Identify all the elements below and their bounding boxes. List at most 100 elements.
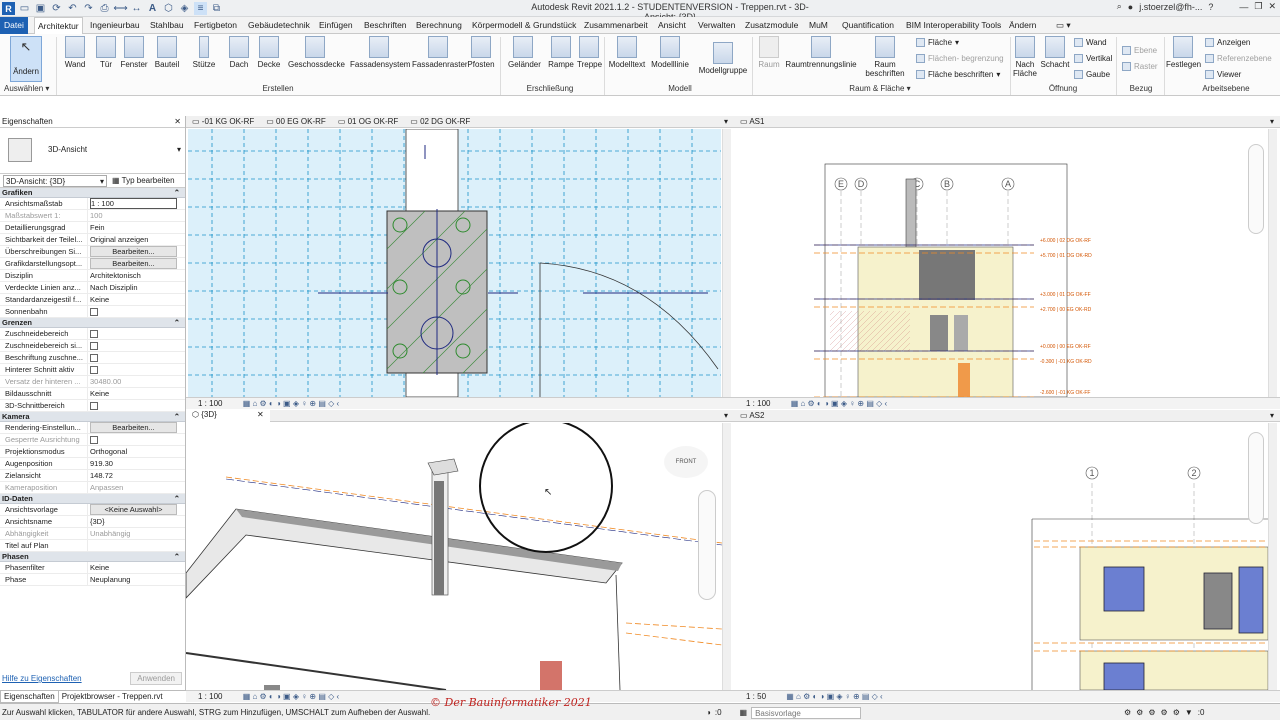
as1-scale[interactable]: 1 : 100	[746, 399, 770, 408]
curtain-system-button[interactable]: Fassadensystem	[350, 36, 410, 69]
property-value[interactable]: {3D}	[88, 516, 185, 527]
property-value[interactable]: Original anzeigen	[88, 234, 185, 245]
revit-logo-icon[interactable]: R	[2, 2, 15, 15]
checkbox[interactable]	[90, 354, 98, 362]
checkbox[interactable]	[90, 436, 98, 444]
sync-icon[interactable]: ⟳	[50, 2, 63, 15]
collapse-icon[interactable]: ⌃	[174, 494, 180, 504]
elevation-as2-view[interactable]: ▭ AS2 ▾ 12 1 : 50 ▦ ⌂ ⚙ ◐ ◑ ▣ ◈ ♀ ⊕ ▤ ◇ …	[734, 410, 1280, 703]
sync-icon[interactable]: ◑	[706, 704, 711, 721]
view-control-icons[interactable]: ▦ ⌂ ⚙ ◐ ◑ ▣ ◈ ♀ ⊕ ▤ ◇ ‹	[243, 399, 339, 408]
type-selector[interactable]: 3D-Ansicht ▾	[0, 128, 185, 174]
tab-file[interactable]: Datei	[0, 17, 28, 34]
maximize-icon[interactable]: ❐	[1254, 1, 1262, 12]
3d-scrollbar[interactable]	[722, 423, 731, 690]
as1-scrollbar[interactable]	[1268, 129, 1277, 397]
tab-analyze[interactable]: Berechnung	[416, 17, 462, 34]
navigation-bar[interactable]	[1248, 432, 1264, 524]
property-group[interactable]: Kamera ⌃	[0, 412, 185, 422]
tab-view[interactable]: Ansicht	[658, 17, 686, 34]
open-icon[interactable]: ▭	[18, 2, 31, 15]
checkbox[interactable]	[90, 308, 98, 316]
dormer-button[interactable]: Gaube	[1074, 70, 1110, 79]
collapse-icon[interactable]: ⌃	[174, 318, 180, 328]
level-button[interactable]: Ebene	[1122, 46, 1157, 55]
close-icon[interactable]: ✕	[174, 116, 181, 128]
tab-plan-og[interactable]: ▭ 01 OG OK-RF	[332, 117, 404, 126]
tab-structure[interactable]: Ingenieurbau	[90, 17, 140, 34]
wall-button[interactable]: Wand	[64, 36, 86, 69]
property-value[interactable]: Unabhängig	[88, 528, 185, 539]
property-value[interactable]: Keine	[88, 562, 185, 573]
elevation-as1-view[interactable]: ▭ AS1 ▾ EDCBA +6.000 | 02 DG OK-RF +5.700…	[734, 116, 1280, 410]
tab-menu-icon[interactable]: ▾	[718, 411, 734, 420]
tab-architecture[interactable]: Architektur	[34, 17, 83, 35]
floor-button[interactable]: Geschossdecke	[288, 36, 345, 69]
grid-button[interactable]: Raster	[1122, 62, 1158, 71]
tag-room-button[interactable]: Raum beschriften	[864, 36, 906, 78]
tab-plan-kg[interactable]: ▭ -01 KG OK-RF	[186, 117, 260, 126]
tab-precast[interactable]: Fertigbeton	[194, 17, 237, 34]
stair-button[interactable]: Treppe	[577, 36, 602, 69]
property-value[interactable]: Orthogonal	[88, 446, 185, 457]
wall-opening-button[interactable]: Wand	[1074, 38, 1107, 47]
property-value[interactable]	[88, 540, 185, 551]
property-group[interactable]: Grenzen ⌃	[0, 318, 185, 328]
tab-collaborate[interactable]: Zusammenarbeit	[584, 17, 648, 34]
save-icon[interactable]: ▣	[34, 2, 47, 15]
infocenter-icon[interactable]: ⌕	[1117, 1, 1122, 12]
minimize-icon[interactable]: —	[1239, 2, 1248, 12]
property-value[interactable]: Keine	[88, 388, 185, 399]
checkbox[interactable]	[90, 342, 98, 350]
tab-massing[interactable]: Körpermodell & Grundstück	[472, 17, 576, 34]
tab-menu-icon[interactable]: ▾	[1264, 411, 1280, 420]
property-value[interactable]: Nach Disziplin	[88, 282, 185, 293]
3d-scale[interactable]: 1 : 100	[198, 692, 222, 701]
railing-button[interactable]: Geländer	[508, 36, 541, 69]
drag-elements-icon[interactable]: ⚙	[1173, 704, 1180, 721]
property-value[interactable]: Bearbeiten...	[88, 246, 185, 257]
chevron-down-icon[interactable]: ▾	[177, 145, 181, 154]
print-icon[interactable]: ⎙	[98, 2, 111, 15]
tab-plan-eg[interactable]: ▭ 00 EG OK-RF	[260, 117, 332, 126]
model-dropdown[interactable]: Basisvorlage	[751, 706, 862, 719]
property-value[interactable]: Neuplanung	[88, 574, 185, 585]
tag-area-button[interactable]: Fläche beschriften ▾	[916, 70, 1000, 79]
navigation-bar[interactable]	[698, 490, 716, 600]
measure-icon[interactable]: ⟷	[113, 2, 127, 15]
property-value[interactable]	[88, 434, 185, 445]
tab-menu-icon[interactable]: ▾	[1264, 117, 1280, 126]
as2-scrollbar[interactable]	[1268, 423, 1277, 690]
design-options-icon[interactable]: ▦	[740, 704, 748, 721]
model-group-button[interactable]: Modellgruppe	[698, 42, 748, 75]
set-workplane-button[interactable]: Festlegen	[1166, 36, 1201, 69]
as2-scale[interactable]: 1 : 50	[746, 692, 766, 701]
tab-systems[interactable]: Gebäudetechnik	[248, 17, 310, 34]
mullion-button[interactable]: Pfosten	[467, 36, 495, 69]
collapse-icon[interactable]: ⌃	[174, 412, 180, 422]
roof-button[interactable]: Dach	[228, 36, 250, 69]
user-name[interactable]: j.stoerzel@fh-...	[1139, 2, 1202, 12]
close-icon[interactable]: ✕	[257, 410, 264, 419]
3d-view[interactable]: ⬡ {3D} ✕ ▾ ↖ FRONT 1 : 100 ▦ ⌂ ⚙ ◐ ◑ ▣ ◈…	[186, 410, 734, 703]
ramp-button[interactable]: Rampe	[548, 36, 574, 69]
room-button[interactable]: Raum	[757, 36, 781, 69]
room-separator-button[interactable]: Raumtrennungslinie	[784, 36, 858, 69]
select-by-face-icon[interactable]: ⚙	[1161, 704, 1168, 721]
navigation-bar[interactable]	[1248, 144, 1264, 234]
property-value[interactable]: Fein	[88, 222, 185, 233]
property-value[interactable]	[88, 306, 185, 317]
undo-icon[interactable]: ↶	[66, 2, 79, 15]
property-group[interactable]: Grafiken ⌃	[0, 188, 185, 198]
property-value[interactable]: 1 : 100	[88, 198, 185, 209]
tab-manage[interactable]: Verwalten	[698, 17, 735, 34]
plan-scale[interactable]: 1 : 100	[198, 399, 222, 408]
redo-icon[interactable]: ↷	[82, 2, 95, 15]
vertical-opening-button[interactable]: Vertikal	[1074, 54, 1112, 63]
view-control-icons[interactable]: ▦ ⌂ ⚙ ◐ ◑ ▣ ◈ ♀ ⊕ ▤ ◇ ‹	[786, 692, 882, 701]
viewcube[interactable]: FRONT	[664, 446, 708, 478]
property-value[interactable]: 148.72	[88, 470, 185, 481]
plan-scrollbar[interactable]	[722, 129, 731, 397]
property-value[interactable]: 100	[88, 210, 185, 221]
section-icon[interactable]: ◈	[178, 2, 191, 15]
